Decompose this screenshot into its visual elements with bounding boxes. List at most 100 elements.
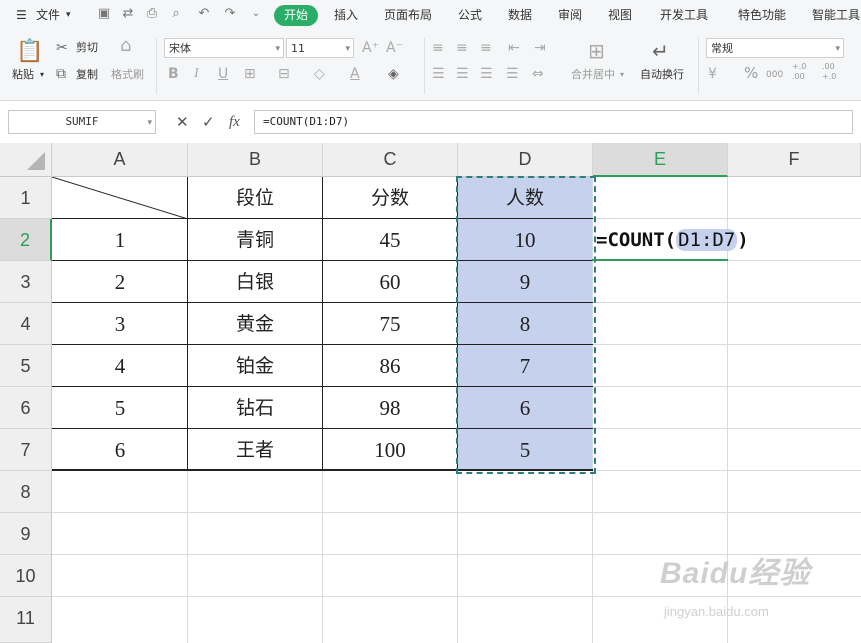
row-header-8[interactable]: 8 — [0, 471, 52, 513]
tab-developer[interactable]: 开发工具 — [660, 7, 708, 23]
copy-button[interactable]: 复制 — [76, 68, 98, 82]
clear-format-icon[interactable]: ◈ — [388, 66, 399, 82]
align-bottom-icon[interactable]: ≡ — [480, 40, 492, 56]
cell-b3[interactable]: 白银 — [188, 261, 322, 303]
increase-font-icon[interactable]: A⁺ — [362, 40, 379, 56]
copy-icon[interactable]: ⧉ — [56, 66, 66, 82]
merge-center-icon[interactable]: ⊞ — [588, 40, 605, 62]
hamburger-menu-icon[interactable]: ☰ — [16, 7, 27, 23]
cell-d3[interactable]: 9 — [458, 261, 592, 303]
currency-icon[interactable]: ¥ — [708, 66, 717, 82]
cell-a2[interactable]: 1 — [52, 219, 188, 261]
justify-icon[interactable]: ☰ — [506, 66, 519, 82]
wrap-text-icon[interactable]: ↵ — [652, 40, 669, 62]
cell-d6[interactable]: 6 — [458, 387, 592, 429]
font-size-select[interactable]: 11 ▾ — [286, 38, 354, 58]
cell-b4[interactable]: 黄金 — [188, 303, 322, 345]
row-header-5[interactable]: 5 — [0, 345, 52, 387]
decrease-font-icon[interactable]: A⁻ — [386, 40, 403, 56]
underline-icon[interactable]: U — [218, 66, 228, 82]
decrease-indent-icon[interactable]: ⇤ — [508, 40, 520, 56]
cell-c6[interactable]: 98 — [323, 387, 457, 429]
percent-button[interactable]: % — [744, 66, 758, 81]
column-header-a[interactable]: A — [52, 143, 188, 177]
tab-smart-tools[interactable]: 智能工具 — [812, 7, 860, 23]
name-box[interactable]: SUMIF ▾ — [8, 110, 156, 134]
row-header-11[interactable]: 11 — [0, 597, 52, 643]
row-header-1[interactable]: 1 — [0, 177, 52, 219]
column-header-d[interactable]: D — [458, 143, 593, 177]
paste-chevron-icon[interactable]: ▾ — [40, 68, 44, 82]
align-middle-icon[interactable]: ≡ — [456, 40, 468, 56]
insert-function-button[interactable]: fx — [229, 113, 240, 131]
tab-page-layout[interactable]: 页面布局 — [384, 7, 432, 23]
tab-view[interactable]: 视图 — [608, 7, 632, 23]
fill-color-icon[interactable]: ◇ — [314, 66, 325, 82]
cell-a3[interactable]: 2 — [52, 261, 188, 303]
decrease-decimal-button[interactable]: .00 +.0 — [822, 62, 848, 82]
font-color-icon[interactable]: A — [350, 66, 360, 82]
cell-b7[interactable]: 王者 — [188, 429, 322, 471]
column-header-c[interactable]: C — [323, 143, 458, 177]
align-center-icon[interactable]: ☰ — [456, 66, 469, 82]
cell-d4[interactable]: 8 — [458, 303, 592, 345]
borders-icon[interactable]: ⊞ — [244, 66, 256, 82]
print-preview-icon[interactable]: ⌕ — [168, 6, 184, 22]
row-header-3[interactable]: 3 — [0, 261, 52, 303]
tab-data[interactable]: 数据 — [508, 7, 532, 23]
tab-insert[interactable]: 插入 — [334, 7, 358, 23]
cell-c5[interactable]: 86 — [323, 345, 457, 387]
cell-d5[interactable]: 7 — [458, 345, 592, 387]
export-icon[interactable]: ⇄ — [120, 6, 136, 22]
number-format-select[interactable]: 常规 ▾ — [706, 38, 844, 58]
paste-button[interactable]: 粘贴 — [12, 68, 34, 82]
column-header-b[interactable]: B — [188, 143, 323, 177]
cell-a4[interactable]: 3 — [52, 303, 188, 345]
redo-icon[interactable]: ↷ — [222, 6, 238, 22]
file-menu-chevron-icon[interactable]: ▾ — [66, 7, 71, 23]
merge-chevron-icon[interactable]: ▾ — [620, 68, 624, 82]
print-icon[interactable]: ⎙ — [144, 6, 160, 22]
cell-e2-formula[interactable]: =COUNT(D1:D7) — [596, 229, 749, 251]
scissors-icon[interactable]: ✂ — [56, 40, 68, 56]
cell-d1[interactable]: 人数 — [458, 177, 592, 219]
row-header-7[interactable]: 7 — [0, 429, 52, 471]
distributed-icon[interactable]: ⇔ — [532, 66, 544, 82]
cell-c7[interactable]: 100 — [323, 429, 457, 471]
cut-button[interactable]: 剪切 — [76, 41, 98, 55]
row-header-10[interactable]: 10 — [0, 555, 52, 597]
row-header-6[interactable]: 6 — [0, 387, 52, 429]
bold-icon[interactable]: B — [168, 66, 179, 82]
cell-d7[interactable]: 5 — [458, 429, 592, 471]
thousands-button[interactable]: 000 — [766, 68, 783, 82]
cell-b5[interactable]: 铂金 — [188, 345, 322, 387]
cell-c3[interactable]: 60 — [323, 261, 457, 303]
wrap-text-button[interactable]: 自动换行 — [640, 68, 684, 82]
cell-b6[interactable]: 钻石 — [188, 387, 322, 429]
format-painter-button[interactable]: 格式刷 — [111, 68, 144, 82]
cell-b1[interactable]: 段位 — [188, 177, 322, 219]
cell-a7[interactable]: 6 — [52, 429, 188, 471]
select-all-button[interactable] — [0, 143, 52, 177]
paste-icon[interactable]: 📋 — [16, 40, 43, 64]
tab-review[interactable]: 审阅 — [558, 7, 582, 23]
file-menu[interactable]: 文件 — [36, 7, 60, 23]
tab-special-features[interactable]: 特色功能 — [738, 7, 786, 23]
row-header-2[interactable]: 2 — [0, 219, 52, 261]
cell-style-icon[interactable]: ⊟ — [278, 66, 290, 82]
tab-formulas[interactable]: 公式 — [458, 7, 482, 23]
cell-a5[interactable]: 4 — [52, 345, 188, 387]
align-top-icon[interactable]: ≡ — [432, 40, 444, 56]
cancel-icon[interactable]: ✕ — [176, 113, 189, 131]
tab-home[interactable]: 开始 — [274, 5, 318, 26]
confirm-icon[interactable]: ✓ — [202, 113, 215, 131]
save-icon[interactable]: ▣ — [96, 6, 112, 22]
font-name-select[interactable]: 宋体 ▾ — [164, 38, 284, 58]
cell-c1[interactable]: 分数 — [323, 177, 457, 219]
cell-b2[interactable]: 青铜 — [188, 219, 322, 261]
spreadsheet-grid[interactable]: A B C D E F 1 2 3 4 5 6 7 8 9 10 11 段位 分… — [0, 143, 861, 643]
cell-c2[interactable]: 45 — [323, 219, 457, 261]
customize-toolbar-icon[interactable]: ⌄ — [248, 6, 264, 22]
align-right-icon[interactable]: ☰ — [480, 66, 493, 82]
cell-a6[interactable]: 5 — [52, 387, 188, 429]
